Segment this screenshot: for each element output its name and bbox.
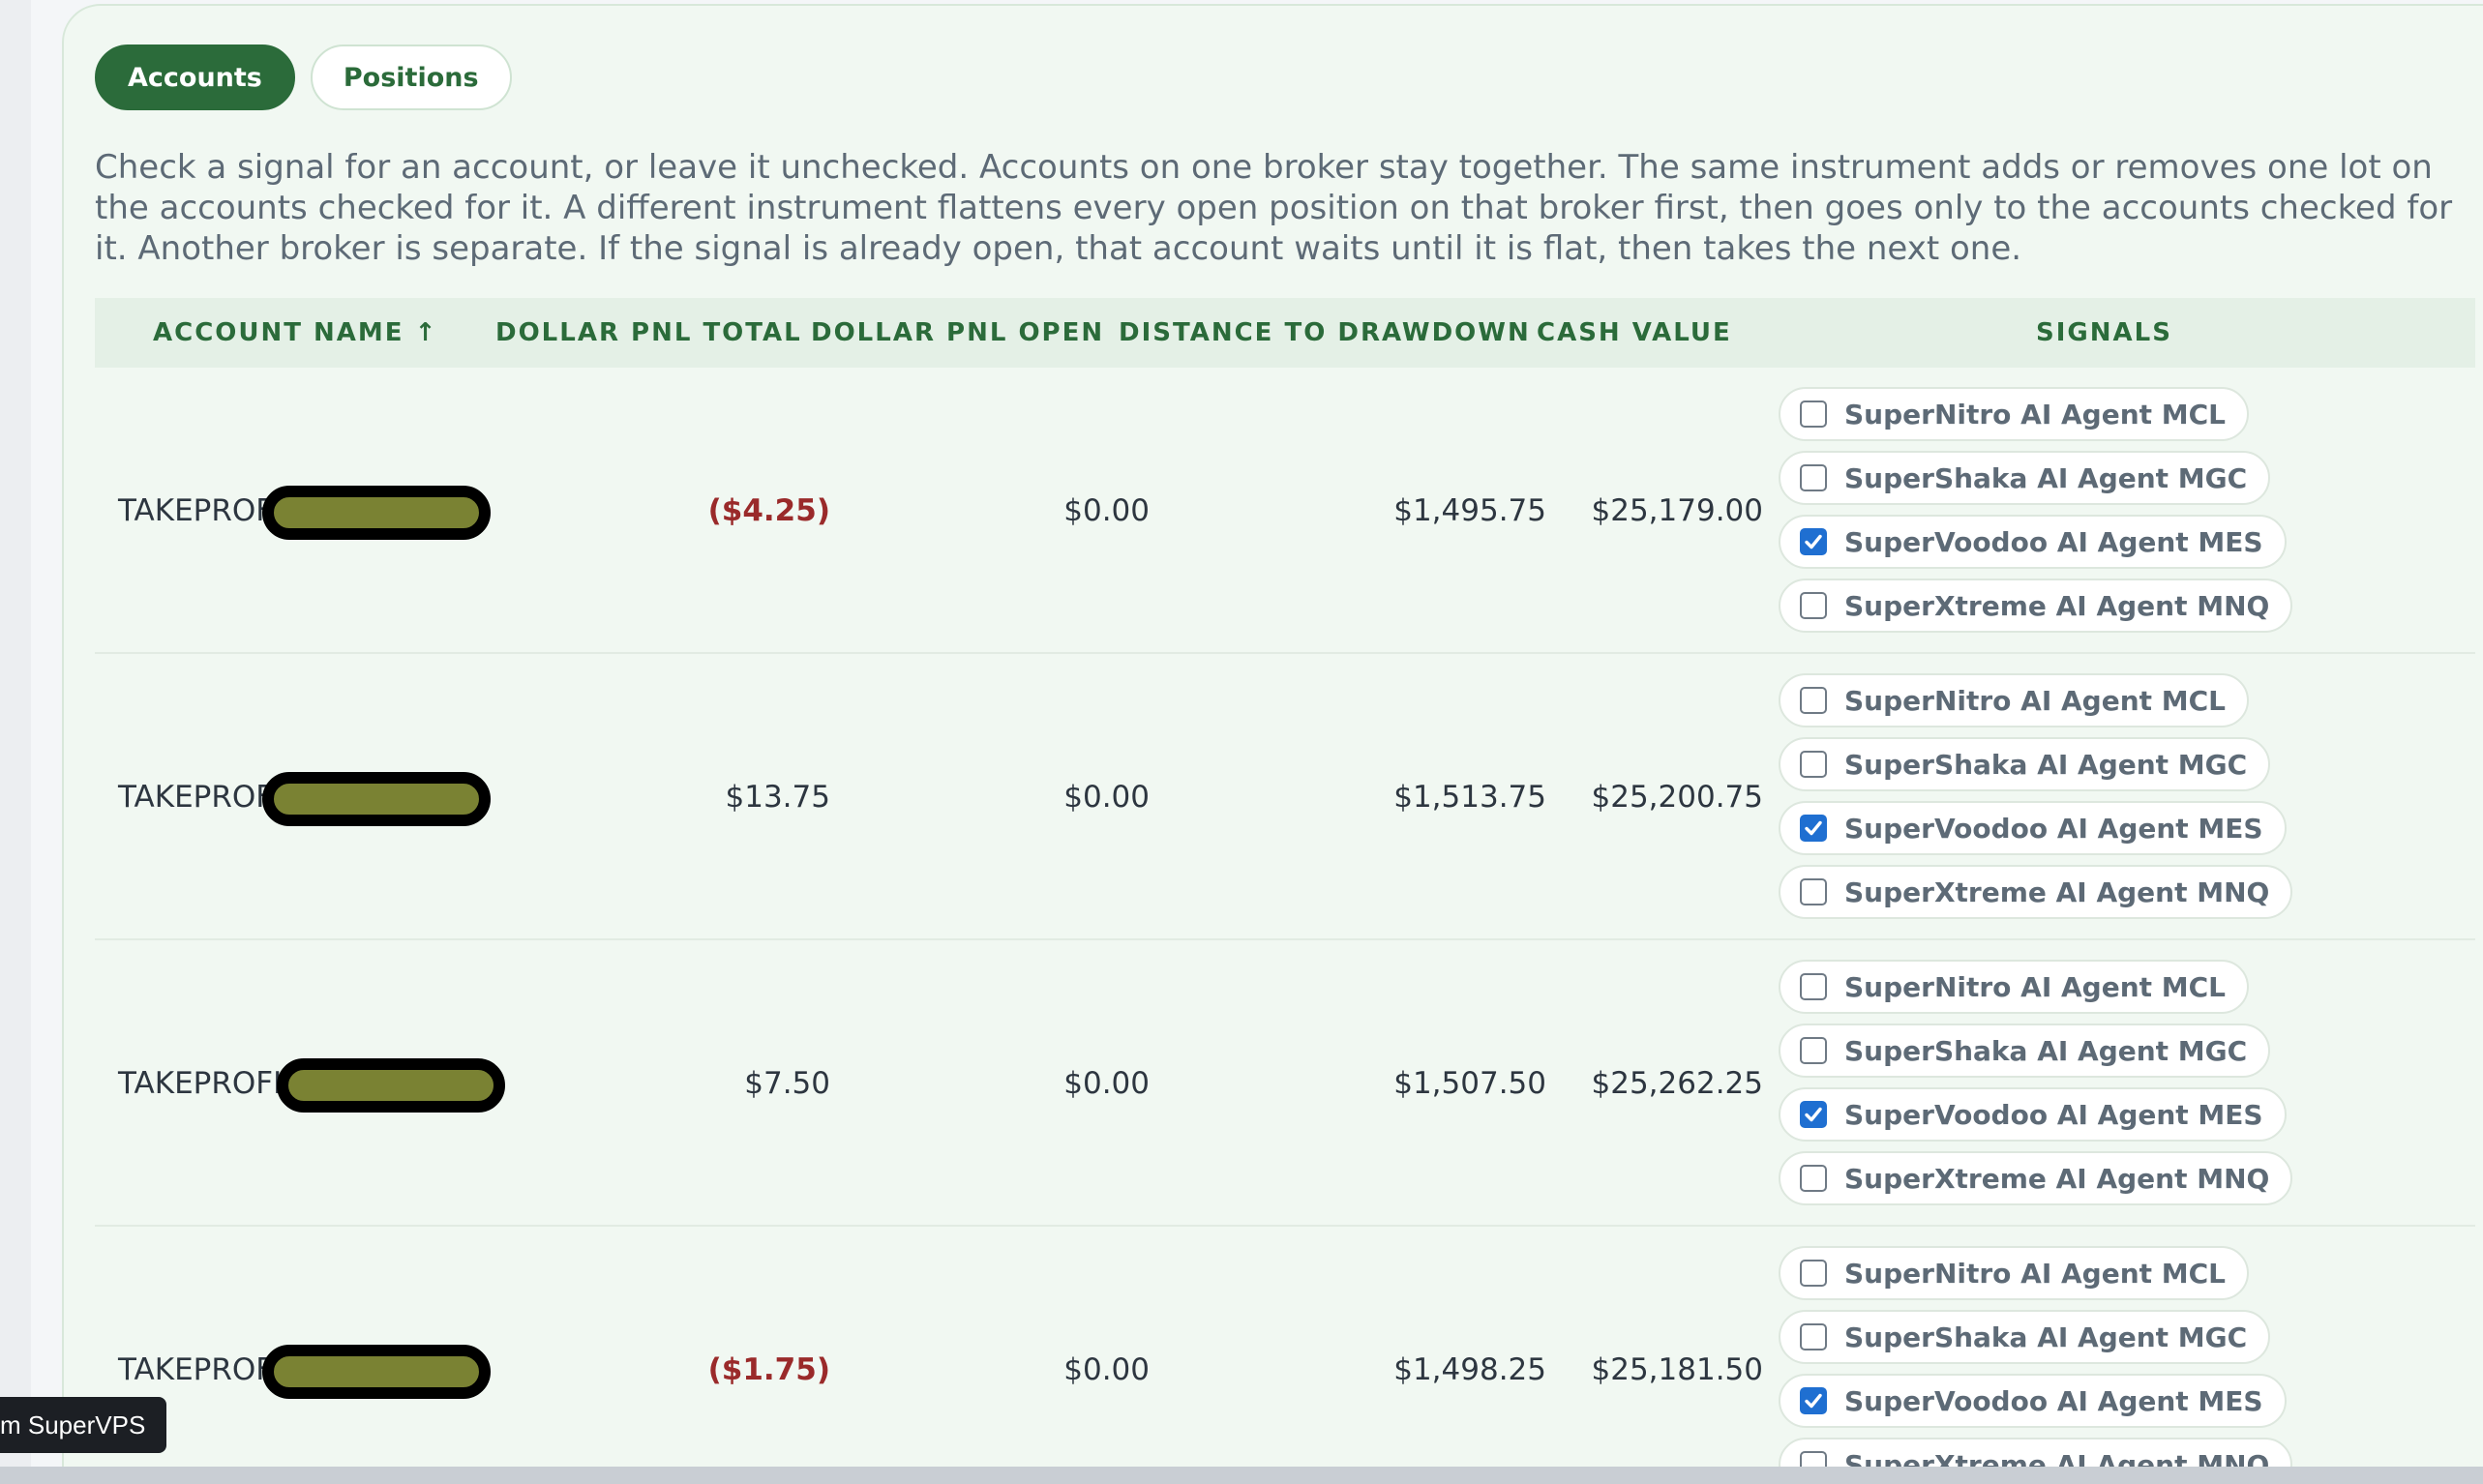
account-name-text: TAKEPROF [118,493,274,528]
signal-option[interactable]: SuperShaka AI Agent MGC [1779,1310,2271,1364]
signal-label: SuperShaka AI Agent MGC [1844,1321,2248,1353]
signal-label: SuperXtreme AI Agent MNQ [1844,876,2270,908]
signal-list: SuperNitro AI Agent MCL SuperShaka AI Ag… [1779,960,2293,1215]
horizontal-scrollbar[interactable] [0,1467,2483,1484]
signal-label: SuperVoodoo AI Agent MES [1844,1384,2263,1417]
checkmark-icon [1805,820,1822,836]
column-header-distance-to-drawdown[interactable]: DISTANCE TO DRAWDOWN [1119,298,1531,368]
checkbox-checked[interactable] [1800,1387,1827,1414]
checkbox[interactable] [1800,687,1827,714]
cell-dollar-pnl-open: $0.00 [1063,1352,1150,1387]
checkbox-checked[interactable] [1800,815,1827,842]
table-header: ACCOUNT NAME ↑ DOLLAR PNL TOTAL DOLLAR P… [95,298,2475,368]
column-header-dollar-pnl-total[interactable]: DOLLAR PNL TOTAL [495,298,802,368]
cell-distance-to-drawdown: $1,495.75 [1393,493,1546,528]
redaction-mark [262,772,491,826]
cell-dollar-pnl-total: ($4.25) [707,493,830,528]
signal-option[interactable]: SuperNitro AI Agent MCL [1779,960,2250,1014]
cell-dollar-pnl-total: $7.50 [744,1066,830,1101]
cell-dollar-pnl-total: ($1.75) [707,1352,830,1387]
signal-label: SuperShaka AI Agent MGC [1844,1034,2248,1067]
signal-option[interactable]: SuperShaka AI Agent MGC [1779,451,2271,505]
signal-label: SuperNitro AI Agent MCL [1844,970,2227,1003]
signal-option[interactable]: SuperShaka AI Agent MGC [1779,737,2271,791]
table-row: TAKEPROFI $7.50 $0.00 $1,507.50 $25,262.… [95,940,2475,1227]
accounts-panel: Accounts Positions Check a signal for an… [62,4,2483,1484]
taskbar-tooltip: m SuperVPS [0,1397,167,1453]
cell-dollar-pnl-open: $0.00 [1063,493,1150,528]
signal-option[interactable]: SuperVoodoo AI Agent MES [1779,801,2287,855]
signal-option[interactable]: SuperNitro AI Agent MCL [1779,1246,2250,1300]
signal-option[interactable]: SuperXtreme AI Agent MNQ [1779,865,2293,919]
cell-dollar-pnl-open: $0.00 [1063,780,1150,815]
signal-label: SuperShaka AI Agent MGC [1844,461,2248,494]
signal-option[interactable]: SuperNitro AI Agent MCL [1779,387,2250,441]
table-row: TAKEPROF $13.75 $0.00 $1,513.75 $25,200.… [95,654,2475,940]
signal-option[interactable]: SuperVoodoo AI Agent MES [1779,1087,2287,1142]
checkbox-checked[interactable] [1800,1101,1827,1128]
column-header-cash-value[interactable]: CASH VALUE [1537,298,1732,368]
redaction-mark [262,1345,491,1399]
account-name-text: TAKEPROF [118,1352,274,1387]
checkbox[interactable] [1800,878,1827,905]
checkbox-checked[interactable] [1800,528,1827,555]
signal-label: SuperNitro AI Agent MCL [1844,684,2227,717]
signal-option[interactable]: SuperVoodoo AI Agent MES [1779,1374,2287,1428]
account-name-text: TAKEPROFI [118,1066,283,1101]
checkmark-icon [1805,1393,1822,1409]
checkbox[interactable] [1800,1165,1827,1192]
table-row: TAKEPROF ($4.25) $0.00 $1,495.75 $25,179… [95,368,2475,654]
signal-option[interactable]: SuperShaka AI Agent MGC [1779,1024,2271,1078]
redaction-mark [262,486,491,540]
checkbox[interactable] [1800,1037,1827,1064]
instructions-text: Check a signal for an account, or leave … [95,148,2453,268]
signal-option[interactable]: SuperXtreme AI Agent MNQ [1779,579,2293,633]
checkbox[interactable] [1800,401,1827,428]
signal-label: SuperNitro AI Agent MCL [1844,398,2227,430]
checkbox[interactable] [1800,1323,1827,1350]
cell-dollar-pnl-total: $13.75 [725,780,830,815]
left-gutter [0,0,31,1484]
cell-cash-value: $25,181.50 [1591,1352,1764,1387]
tab-positions[interactable]: Positions [310,45,512,110]
signal-option[interactable]: SuperNitro AI Agent MCL [1779,673,2250,727]
signal-label: SuperXtreme AI Agent MNQ [1844,589,2270,622]
signal-label: SuperShaka AI Agent MGC [1844,748,2248,781]
checkbox[interactable] [1800,973,1827,1000]
cell-distance-to-drawdown: $1,513.75 [1393,780,1546,815]
signal-label: SuperVoodoo AI Agent MES [1844,525,2263,558]
signal-label: SuperNitro AI Agent MCL [1844,1257,2227,1290]
column-header-signals: SIGNALS [2036,318,2172,347]
checkmark-icon [1805,1107,1822,1122]
cell-cash-value: $25,262.25 [1591,1066,1764,1101]
signal-option[interactable]: SuperXtreme AI Agent MNQ [1779,1151,2293,1205]
cell-dollar-pnl-open: $0.00 [1063,1066,1150,1101]
signal-list: SuperNitro AI Agent MCL SuperShaka AI Ag… [1779,387,2293,642]
signal-label: SuperXtreme AI Agent MNQ [1844,1162,2270,1195]
cell-distance-to-drawdown: $1,498.25 [1393,1352,1546,1387]
signal-list: SuperNitro AI Agent MCL SuperShaka AI Ag… [1779,1246,2293,1482]
redaction-mark [277,1058,505,1113]
signal-label: SuperVoodoo AI Agent MES [1844,1098,2263,1131]
account-name-text: TAKEPROF [118,780,274,815]
signal-list: SuperNitro AI Agent MCL SuperShaka AI Ag… [1779,673,2293,929]
cell-cash-value: $25,179.00 [1591,493,1764,528]
signal-label: SuperVoodoo AI Agent MES [1844,812,2263,845]
checkbox[interactable] [1800,592,1827,619]
checkmark-icon [1805,534,1822,549]
signal-option[interactable]: SuperVoodoo AI Agent MES [1779,515,2287,569]
checkbox[interactable] [1800,1260,1827,1287]
checkbox[interactable] [1800,464,1827,491]
column-header-account-name[interactable]: ACCOUNT NAME ↑ [153,298,437,368]
cell-cash-value: $25,200.75 [1591,780,1764,815]
tab-accounts[interactable]: Accounts [95,45,295,110]
column-header-dollar-pnl-open[interactable]: DOLLAR PNL OPEN [811,298,1104,368]
checkbox[interactable] [1800,751,1827,778]
cell-distance-to-drawdown: $1,507.50 [1393,1066,1546,1101]
table-row: TAKEPROF ($1.75) $0.00 $1,498.25 $25,181… [95,1227,2475,1482]
tab-bar: Accounts Positions [95,45,512,110]
